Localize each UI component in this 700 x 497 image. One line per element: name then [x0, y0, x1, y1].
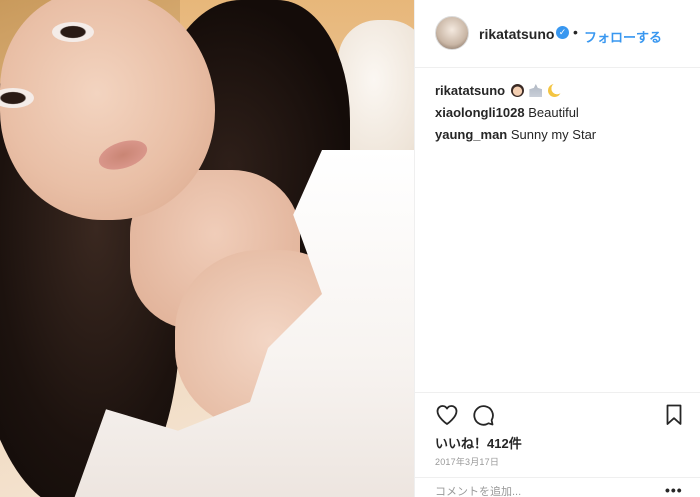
follow-button[interactable]: フォローする [584, 27, 662, 46]
comment-icon[interactable] [471, 403, 495, 427]
post-photo[interactable] [0, 0, 414, 497]
more-options-button[interactable]: ••• [665, 482, 683, 497]
comment-item: xiaolongli1028 Beautiful [435, 102, 685, 124]
add-comment-bar: ••• [415, 477, 700, 497]
comment-text: Sunny my Star [510, 127, 597, 142]
post-date: 2017年3月17日 [435, 457, 500, 467]
post-actions: いいね！412件 2017年3月17日 ••• [415, 392, 700, 497]
author-username[interactable]: rikatatsuno [479, 26, 554, 42]
add-comment-input[interactable] [435, 486, 635, 497]
comment-item: rikatatsuno [435, 80, 685, 102]
separator-dot: • [573, 24, 578, 40]
likes-count[interactable]: いいね！412件 [435, 433, 522, 452]
comment-item: yaung_man Sunny my Star [435, 124, 685, 146]
church-icon [529, 84, 543, 97]
comment-text: Beautiful [528, 105, 579, 120]
post-header: rikatatsuno ✓ • フォローする [415, 0, 700, 68]
comments-list: rikatatsuno xiaolongli1028 Beautiful yau… [435, 80, 685, 146]
comment-username[interactable]: rikatatsuno [435, 83, 505, 98]
woman-icon [510, 84, 524, 97]
comment-username[interactable]: xiaolongli1028 [435, 105, 525, 120]
post-side-panel: rikatatsuno ✓ • フォローする rikatatsuno xiaol… [414, 0, 700, 497]
moon-icon [547, 84, 561, 97]
photo-eye [52, 22, 94, 42]
comment-username[interactable]: yaung_man [435, 127, 507, 142]
photo-face [0, 0, 215, 220]
heart-icon[interactable] [435, 403, 459, 427]
verified-badge-icon: ✓ [556, 26, 569, 39]
avatar[interactable] [435, 16, 469, 50]
bookmark-icon[interactable] [662, 403, 686, 427]
